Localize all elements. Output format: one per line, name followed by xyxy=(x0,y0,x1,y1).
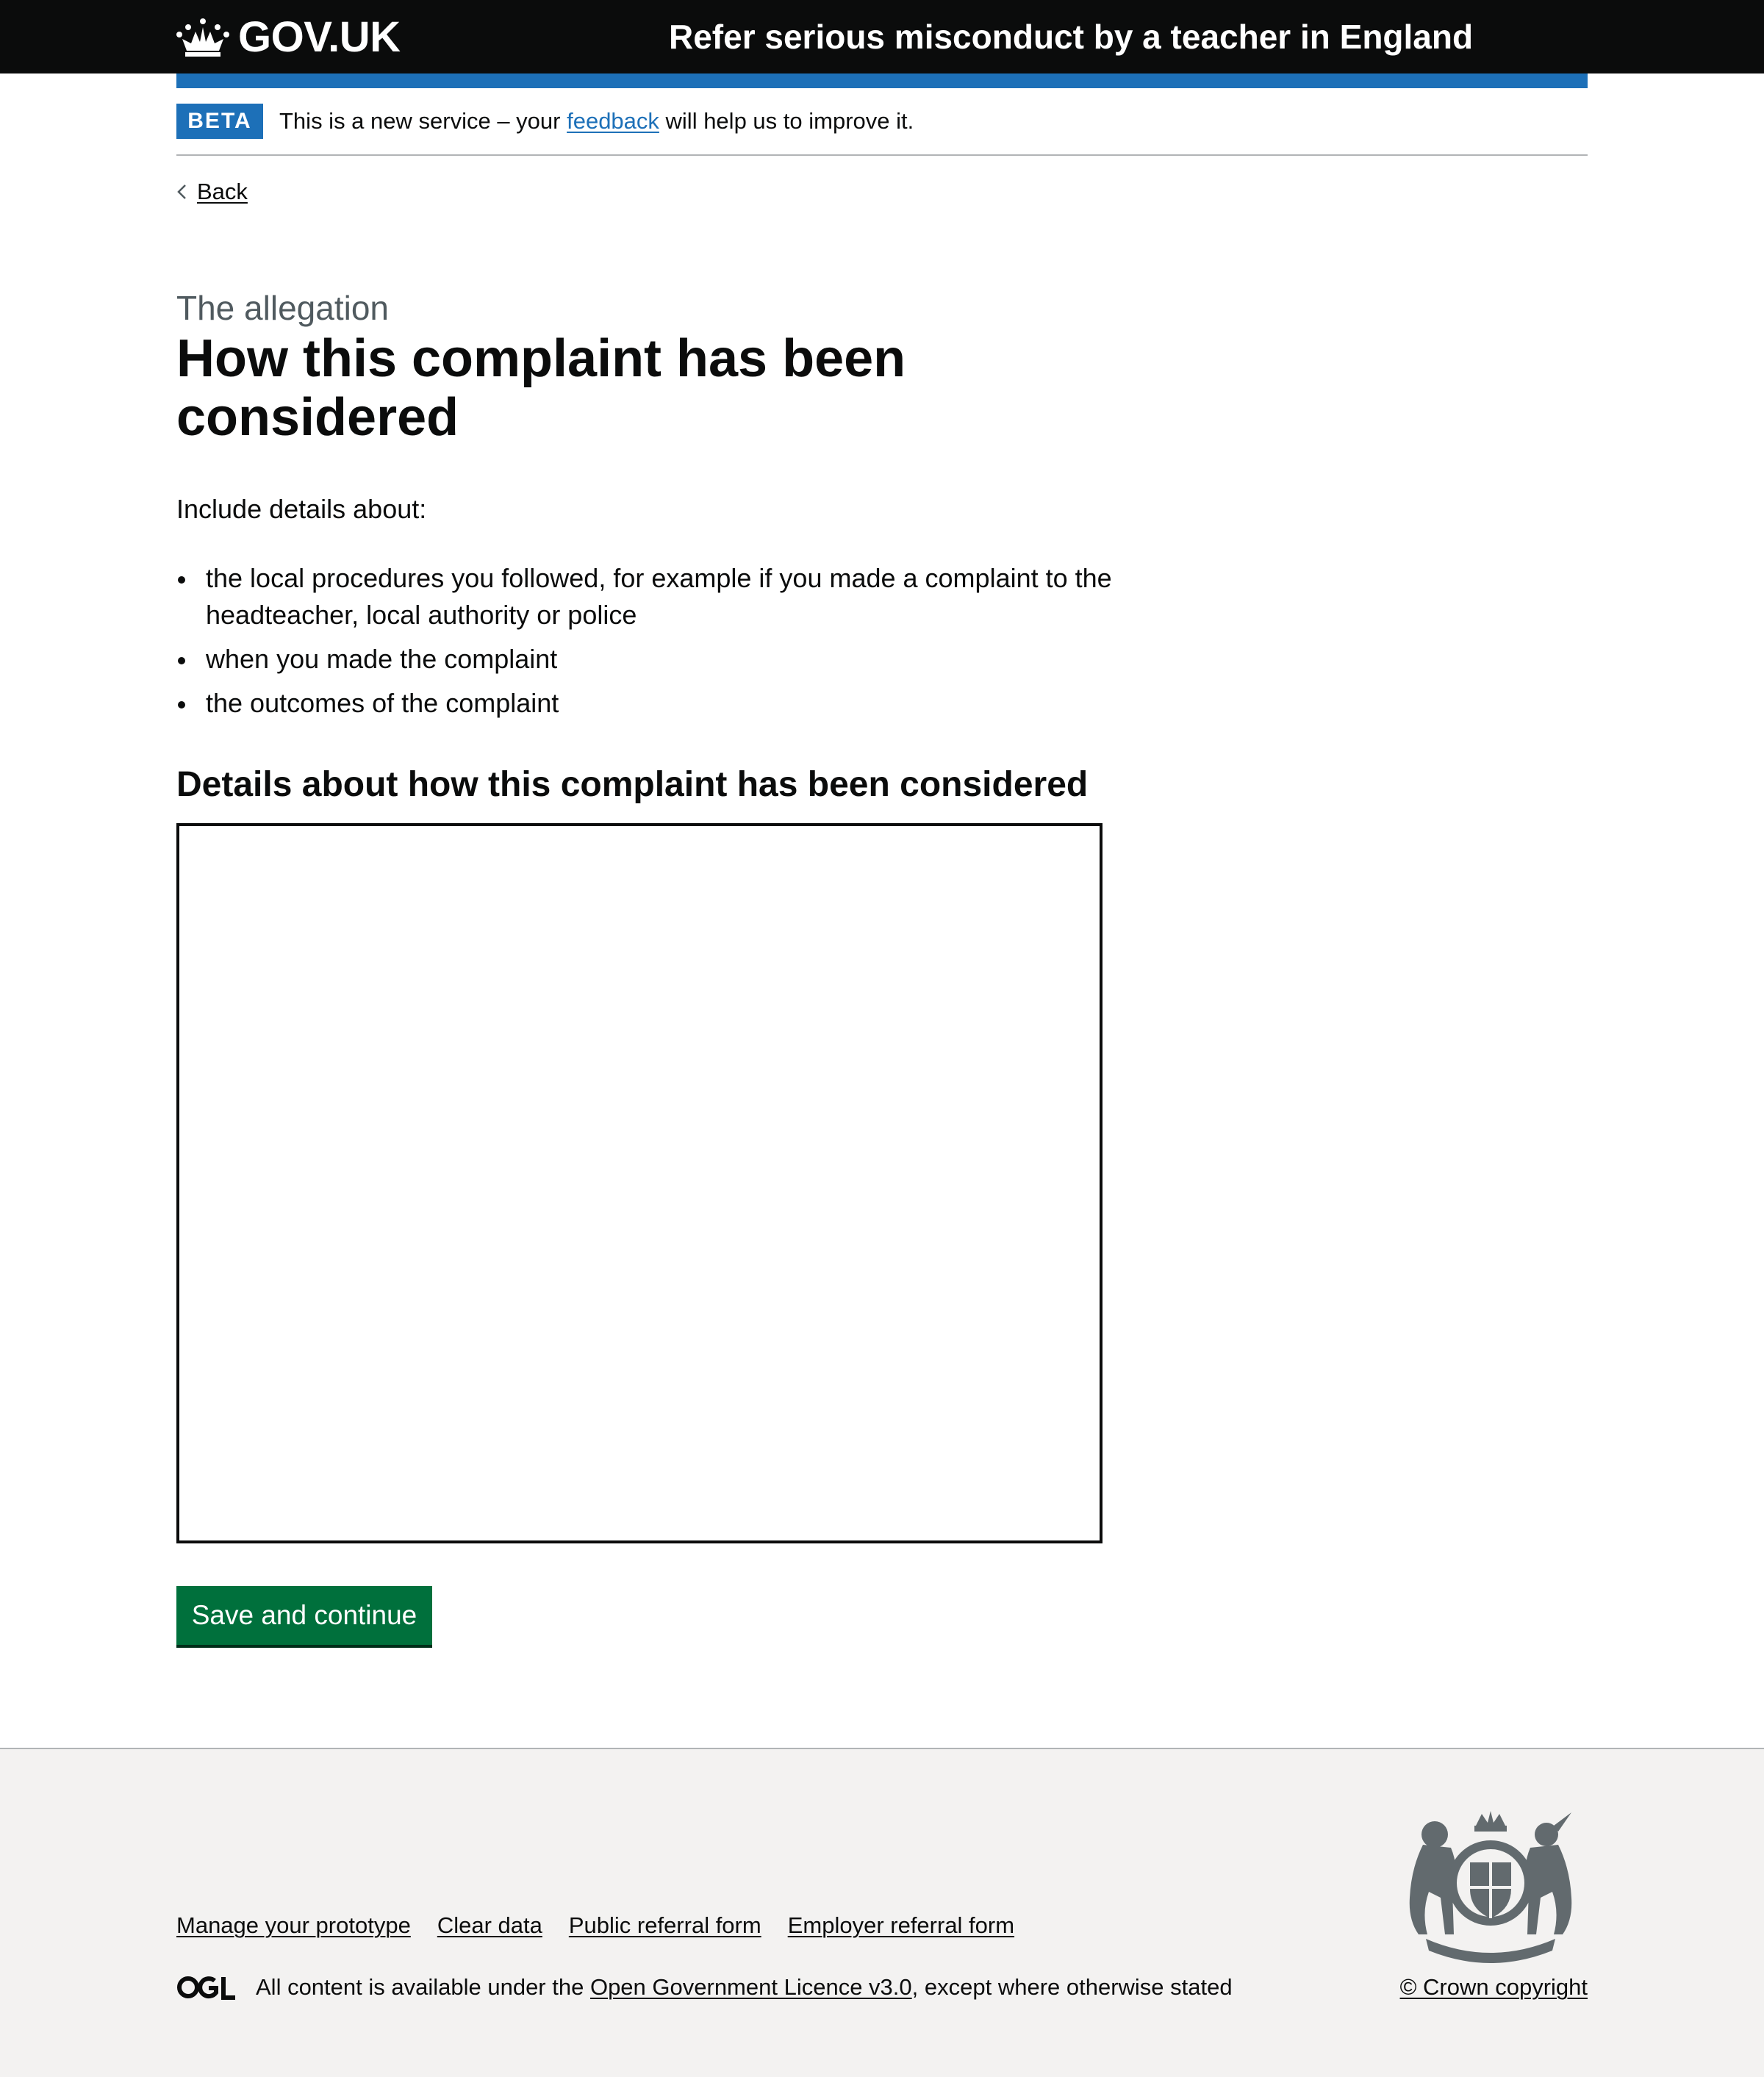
footer-link-public-referral[interactable]: Public referral form xyxy=(569,1912,761,1939)
beta-tag: BETA xyxy=(176,104,263,139)
licence-text-after: , except where otherwise stated xyxy=(911,1974,1233,2000)
phase-text-after: will help us to improve it. xyxy=(659,108,914,134)
phase-banner: BETA This is a new service – your feedba… xyxy=(176,88,1588,156)
ogl-logo-icon xyxy=(177,1976,235,2000)
feedback-link[interactable]: feedback xyxy=(567,108,659,134)
back-link[interactable]: Back xyxy=(176,173,248,210)
list-item: when you made the complaint xyxy=(176,641,1132,678)
details-field-label: Details about how this complaint has bee… xyxy=(176,765,1089,804)
ogl-link[interactable]: Open Government Licence v3.0 xyxy=(590,1974,912,2000)
phase-text-before: This is a new service – your xyxy=(279,108,567,134)
site-footer: Manage your prototype Clear data Public … xyxy=(0,1748,1764,2077)
header-blue-bar xyxy=(176,73,1588,88)
service-name-link[interactable]: Refer serious misconduct by a teacher in… xyxy=(669,0,1473,73)
chevron-left-icon xyxy=(177,184,186,199)
list-item: the local procedures you followed, for e… xyxy=(176,560,1132,634)
footer-link-clear-data[interactable]: Clear data xyxy=(437,1912,542,1939)
licence-statement: All content is available under the Open … xyxy=(176,1974,1233,2001)
footer-link-employer-referral[interactable]: Employer referral form xyxy=(788,1912,1014,1939)
crown-icon xyxy=(176,18,229,57)
licence-text: All content is available under the Open … xyxy=(256,1974,1233,2001)
details-textarea[interactable] xyxy=(176,823,1102,1543)
details-list: the local procedures you followed, for e… xyxy=(176,560,1132,729)
crown-copyright-link[interactable]: © Crown copyright xyxy=(1400,1974,1588,2001)
phase-banner-text: This is a new service – your feedback wi… xyxy=(279,108,914,134)
footer-link-manage-prototype[interactable]: Manage your prototype xyxy=(176,1912,411,1939)
page-caption: The allegation xyxy=(176,289,389,327)
govuk-logo-text: GOV.UK xyxy=(238,12,401,61)
list-item: the outcomes of the complaint xyxy=(176,685,1132,722)
royal-coat-of-arms-icon xyxy=(1409,1811,1572,1963)
site-header: GOV.UK Refer serious misconduct by a tea… xyxy=(0,0,1764,73)
save-and-continue-button[interactable]: Save and continue xyxy=(176,1586,432,1645)
page-title: How this complaint has been considered xyxy=(176,329,906,447)
intro-text: Include details about: xyxy=(176,494,427,524)
licence-text-before: All content is available under the xyxy=(256,1974,590,2000)
back-link-label: Back xyxy=(197,179,248,204)
footer-links: Manage your prototype Clear data Public … xyxy=(176,1912,1014,1939)
govuk-home-link[interactable]: GOV.UK xyxy=(176,0,401,73)
